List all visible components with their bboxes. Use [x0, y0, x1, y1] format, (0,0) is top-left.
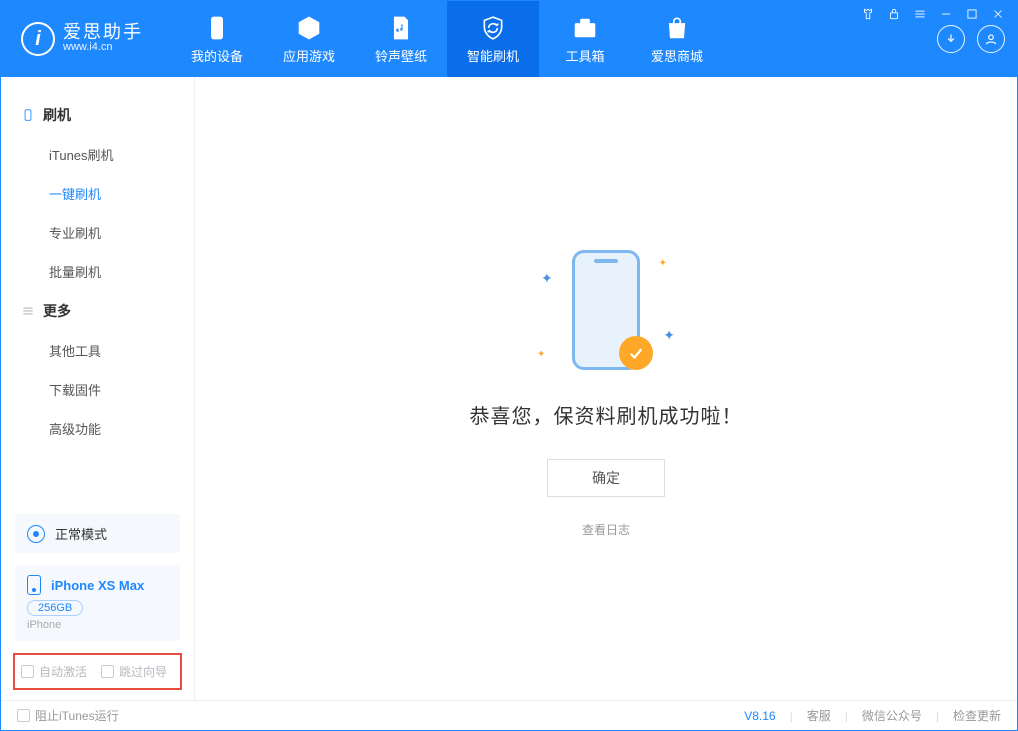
phone-small-icon [27, 575, 41, 595]
sidebar-header-label: 刷机 [43, 105, 71, 125]
support-link[interactable]: 客服 [807, 707, 831, 724]
device-capacity: 256GB [27, 600, 83, 616]
version-label: V8.16 [744, 709, 775, 723]
main-content: ✦✦ ✦✦ 恭喜您，保资料刷机成功啦！ 确定 查看日志 [195, 77, 1017, 700]
sidebar-item-other-tools[interactable]: 其他工具 [1, 331, 194, 370]
auto-activate-checkbox[interactable]: 自动激活 [21, 663, 87, 680]
checkbox-icon [17, 709, 30, 722]
check-update-link[interactable]: 检查更新 [953, 707, 1001, 724]
device-name: iPhone XS Max [51, 578, 144, 593]
mode-icon [27, 525, 45, 543]
maximize-button[interactable] [964, 6, 980, 22]
phone-icon [21, 108, 35, 122]
sidebar-item-itunes-flash[interactable]: iTunes刷机 [1, 135, 194, 174]
toolbox-icon [571, 14, 599, 42]
menu-icon[interactable] [912, 6, 928, 22]
nav-my-device[interactable]: 我的设备 [171, 1, 263, 77]
nav-label: 铃声壁纸 [375, 46, 427, 65]
sidebar-item-batch-flash[interactable]: 批量刷机 [1, 252, 194, 291]
close-button[interactable] [990, 6, 1006, 22]
nav-apps-games[interactable]: 应用游戏 [263, 1, 355, 77]
nav: 我的设备 应用游戏 铃声壁纸 智能刷机 工具箱 爱思商城 [171, 1, 723, 77]
ok-button[interactable]: 确定 [547, 459, 665, 497]
view-log-link[interactable]: 查看日志 [582, 521, 630, 538]
device-card[interactable]: iPhone XS Max 256GB iPhone [15, 565, 180, 641]
nav-label: 工具箱 [565, 46, 604, 65]
download-button[interactable] [937, 25, 965, 53]
sidebar: 刷机 iTunes刷机 一键刷机 专业刷机 批量刷机 更多 其他工具 下载固件 … [1, 77, 195, 700]
menu-lines-icon [21, 304, 35, 318]
nav-label: 应用游戏 [283, 46, 335, 65]
nav-store[interactable]: 爱思商城 [631, 1, 723, 77]
checkbox-label: 自动激活 [39, 663, 87, 680]
sidebar-item-pro-flash[interactable]: 专业刷机 [1, 213, 194, 252]
nav-toolbox[interactable]: 工具箱 [539, 1, 631, 77]
music-file-icon [387, 14, 415, 42]
shirt-icon[interactable] [860, 6, 876, 22]
sidebar-item-oneclick-flash[interactable]: 一键刷机 [1, 174, 194, 213]
device-type: iPhone [27, 619, 61, 631]
bag-icon [663, 14, 691, 42]
sidebar-header-more: 更多 [1, 291, 194, 331]
mode-label: 正常模式 [55, 524, 107, 543]
nav-smart-flash[interactable]: 智能刷机 [447, 1, 539, 77]
checkbox-label: 阻止iTunes运行 [35, 707, 119, 724]
brand-name: 爱思助手 [63, 23, 143, 41]
success-illustration: ✦✦ ✦✦ [531, 240, 681, 380]
sidebar-header-flash: 刷机 [1, 95, 194, 135]
logo-icon: i [21, 22, 55, 56]
sidebar-item-download-firmware[interactable]: 下载固件 [1, 370, 194, 409]
highlighted-options: 自动激活 跳过向导 [13, 653, 182, 690]
skip-guide-checkbox[interactable]: 跳过向导 [101, 663, 167, 680]
minimize-button[interactable] [938, 6, 954, 22]
device-icon [203, 14, 231, 42]
check-badge-icon [619, 336, 653, 370]
sidebar-header-label: 更多 [43, 301, 71, 321]
nav-label: 智能刷机 [467, 46, 519, 65]
block-itunes-checkbox[interactable]: 阻止iTunes运行 [17, 707, 119, 724]
lock-icon[interactable] [886, 6, 902, 22]
success-message: 恭喜您，保资料刷机成功啦！ [470, 400, 743, 429]
refresh-shield-icon [479, 14, 507, 42]
nav-label: 爱思商城 [651, 46, 703, 65]
footer: 阻止iTunes运行 V8.16 | 客服 | 微信公众号 | 检查更新 [1, 700, 1017, 730]
wechat-link[interactable]: 微信公众号 [862, 707, 922, 724]
logo[interactable]: i 爱思助手 www.i4.cn [21, 22, 143, 56]
checkbox-icon [21, 665, 34, 678]
cube-icon [295, 14, 323, 42]
mode-card[interactable]: 正常模式 [15, 514, 180, 553]
checkbox-icon [101, 665, 114, 678]
nav-label: 我的设备 [191, 46, 243, 65]
user-button[interactable] [977, 25, 1005, 53]
sidebar-item-advanced[interactable]: 高级功能 [1, 409, 194, 448]
nav-ringtone-wallpaper[interactable]: 铃声壁纸 [355, 1, 447, 77]
brand-domain: www.i4.cn [63, 41, 143, 54]
checkbox-label: 跳过向导 [119, 663, 167, 680]
